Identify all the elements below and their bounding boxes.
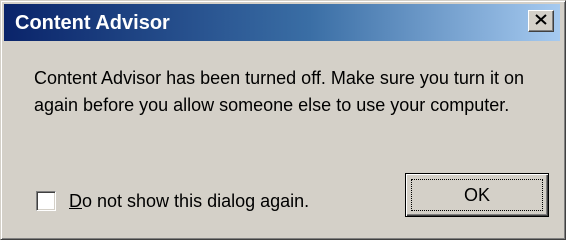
dont-show-again-checkbox[interactable]: [36, 191, 56, 211]
ok-button-label: OK: [463, 185, 490, 205]
message-text: Content Advisor has been turned off. Mak…: [34, 68, 524, 115]
accelerator-key: D: [69, 191, 82, 211]
close-button[interactable]: [528, 10, 554, 32]
ok-button[interactable]: OK: [405, 173, 549, 217]
close-icon: [535, 12, 547, 30]
dont-show-again-label-text: o not show this dialog again.: [82, 191, 310, 211]
dont-show-again-label[interactable]: Do not show this dialog again.: [69, 189, 309, 213]
content-advisor-dialog: Content Advisor Content Advisor has been…: [0, 0, 566, 240]
window-title: Content Advisor: [15, 12, 170, 34]
dont-show-again-option[interactable]: Do not show this dialog again.: [36, 188, 309, 214]
title-bar[interactable]: Content Advisor: [4, 4, 560, 41]
